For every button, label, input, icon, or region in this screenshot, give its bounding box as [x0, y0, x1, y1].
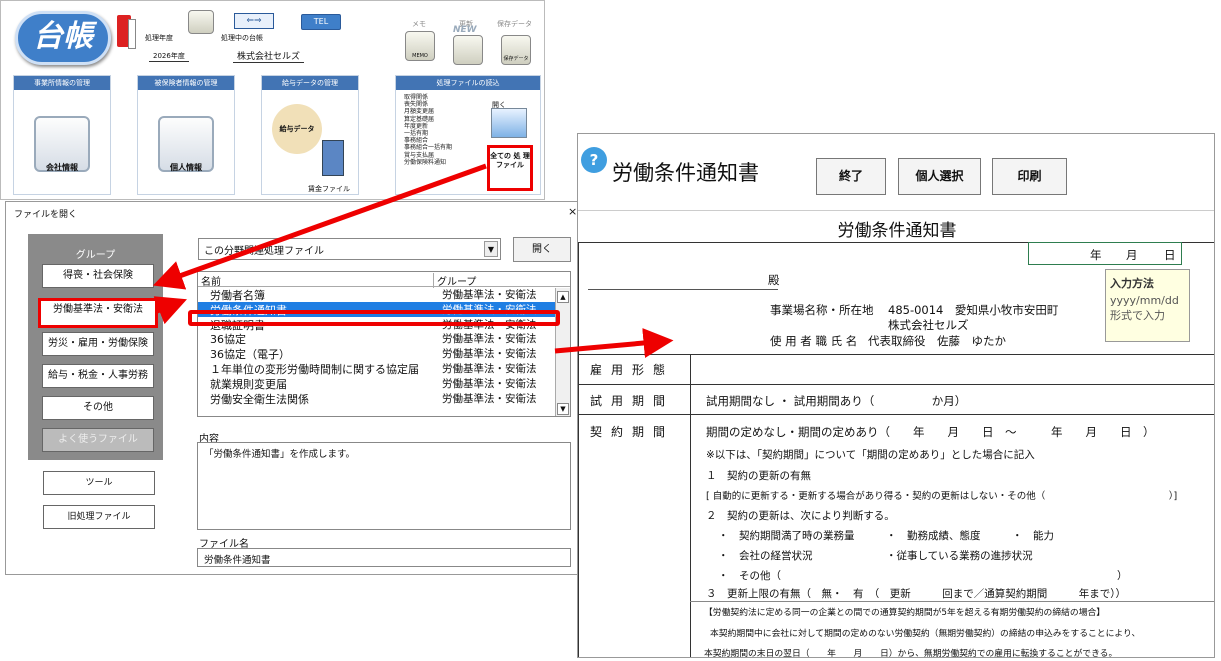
arrow-file-to-form [554, 328, 674, 358]
arrow-group-to-file [153, 296, 187, 325]
annotation-arrows [152, 163, 674, 358]
arrow-all-files-to-group [152, 163, 487, 290]
